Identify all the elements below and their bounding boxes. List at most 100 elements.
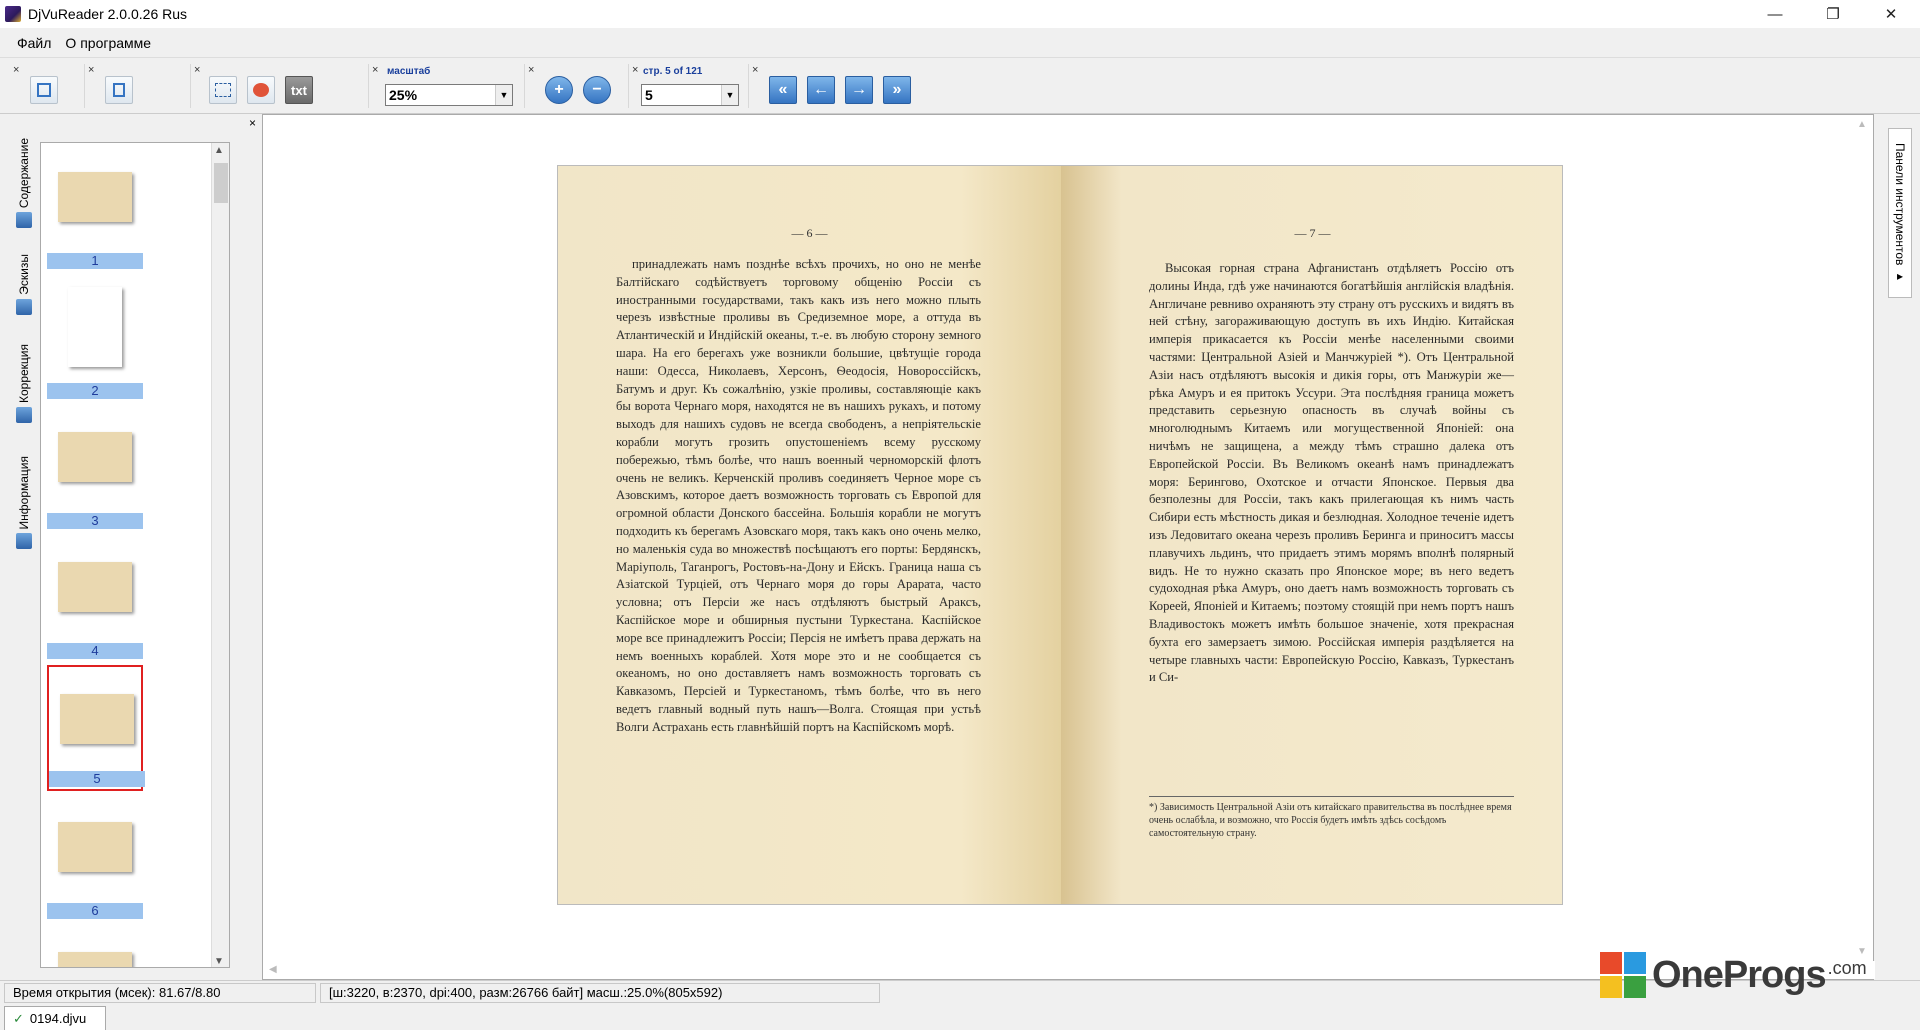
zoom-in-button[interactable]: + bbox=[545, 76, 573, 104]
thumbnail-image bbox=[51, 929, 139, 967]
toolbar-close-icon[interactable]: × bbox=[752, 64, 758, 76]
export-text-button[interactable]: txt bbox=[285, 76, 313, 104]
document-viewer[interactable]: — 6 — принадлежать намъ позднѣе всѣхъ пр… bbox=[262, 114, 1875, 980]
status-page-info: [ш:3220, в:2370, dpi:400, разм:26766 бай… bbox=[320, 982, 880, 1003]
layout-icon bbox=[37, 83, 51, 97]
oneprogs-watermark: OneProgs .com bbox=[1600, 952, 1867, 998]
menu-about[interactable]: О программе bbox=[58, 32, 158, 54]
scroll-up-icon[interactable]: ▲ bbox=[214, 145, 224, 156]
scale-label: масштаб bbox=[387, 66, 431, 77]
thumbnail-page-5[interactable]: 5 bbox=[47, 665, 145, 791]
arrow-left-icon: ← bbox=[813, 81, 829, 98]
first-page-icon: « bbox=[778, 81, 788, 98]
close-button[interactable]: ✕ bbox=[1862, 0, 1920, 28]
toolbar-close-icon[interactable]: × bbox=[528, 64, 534, 76]
check-icon: ✓ bbox=[13, 1010, 24, 1026]
document-tab-label: 0194.djvu bbox=[29, 1011, 87, 1026]
toolbar-close-icon[interactable]: × bbox=[632, 64, 638, 76]
left-page-number: — 6 — bbox=[791, 226, 828, 240]
thumbnail-page-1[interactable]: 1 bbox=[47, 145, 143, 271]
right-page-text: Высокая горная страна Афганистанъ отдѣля… bbox=[1149, 261, 1514, 685]
side-panel-tabs: Содержание Эскизы Коррекция Информация bbox=[12, 138, 36, 698]
zoom-in-icon: + bbox=[554, 81, 564, 98]
toolbar-group-page: × bbox=[84, 64, 148, 108]
tab-contents-label: Содержание bbox=[17, 138, 31, 209]
minimize-button[interactable]: — bbox=[1746, 0, 1804, 28]
toolbar-group-zoom: × + − bbox=[524, 64, 624, 108]
restore-button[interactable]: ❐ bbox=[1804, 0, 1862, 28]
tab-info-label: Информация bbox=[17, 456, 31, 530]
toolbar-group-navigation: × « ← → » bbox=[748, 64, 920, 108]
thumbnail-image bbox=[51, 149, 139, 245]
app-icon bbox=[5, 6, 21, 22]
left-page-text: принадлежать намъ позднѣе всѣхъ прочихъ,… bbox=[616, 257, 981, 734]
scroll-up-icon[interactable]: ▲ bbox=[1857, 119, 1867, 130]
toolbar-group-page-select: × стр. 5 of 121 5 ▼ bbox=[628, 64, 744, 108]
toolbar: × × × txt × масштаб 25% ▼ × + − × стр. 5… bbox=[0, 58, 1920, 114]
toolbar-close-icon[interactable]: × bbox=[372, 64, 378, 76]
thumbnail-number: 1 bbox=[47, 253, 143, 269]
thumbnail-page-3[interactable]: 3 bbox=[47, 405, 143, 531]
tool-panels-strip: Панели инструментов ▸ bbox=[1880, 114, 1920, 980]
thumbnail-image bbox=[53, 671, 141, 767]
menu-file[interactable]: Файл bbox=[10, 32, 58, 54]
contents-icon bbox=[16, 212, 32, 229]
toolbar-close-icon[interactable]: × bbox=[194, 64, 200, 76]
thumbnail-scrollbar[interactable]: ▲ ▼ bbox=[211, 143, 229, 967]
info-icon bbox=[16, 533, 32, 550]
toolbar-close-icon[interactable]: × bbox=[13, 64, 19, 76]
scale-value: 25% bbox=[389, 87, 418, 103]
thumbnail-page-2[interactable]: 2 bbox=[47, 275, 143, 401]
next-page-button[interactable]: → bbox=[845, 76, 873, 104]
scale-select[interactable]: 25% ▼ bbox=[385, 84, 513, 106]
tab-correction-label: Коррекция bbox=[17, 344, 31, 404]
select-area-button[interactable] bbox=[209, 76, 237, 104]
thumbnail-page-4[interactable]: 4 bbox=[47, 535, 143, 661]
toolbar-group-tools: × txt bbox=[190, 64, 326, 108]
thumbnail-page-7[interactable] bbox=[47, 925, 143, 967]
chevron-down-icon: ▼ bbox=[495, 85, 512, 105]
toolbar-close-icon[interactable]: × bbox=[88, 64, 94, 76]
tab-info[interactable]: Информация bbox=[12, 456, 36, 550]
scroll-down-icon[interactable]: ▼ bbox=[214, 956, 224, 967]
menu-bar: Файл О программе bbox=[0, 28, 1920, 58]
tab-contents[interactable]: Содержание bbox=[12, 138, 36, 229]
last-page-button[interactable]: » bbox=[883, 76, 911, 104]
thumbnails-icon bbox=[16, 298, 32, 315]
scroll-thumb[interactable] bbox=[214, 163, 228, 203]
select-area-icon bbox=[215, 83, 231, 97]
prev-page-button[interactable]: ← bbox=[807, 76, 835, 104]
page-spread: — 6 — принадлежать намъ позднѣе всѣхъ пр… bbox=[557, 165, 1563, 905]
tab-thumbnails[interactable]: Эскизы bbox=[12, 254, 36, 315]
thumbnail-list[interactable]: 1 2 3 4 5 6 ▲ ▼ bbox=[40, 142, 230, 968]
oneprogs-logo-icon bbox=[1600, 952, 1646, 998]
left-page: — 6 — принадлежать намъ позднѣе всѣхъ пр… bbox=[558, 166, 1061, 904]
scroll-left-icon[interactable]: ◀ bbox=[269, 964, 277, 975]
page-select[interactable]: 5 ▼ bbox=[641, 84, 739, 106]
page-mode-button[interactable] bbox=[105, 76, 133, 104]
thumbnail-image bbox=[51, 279, 139, 375]
thumbnail-page-6[interactable]: 6 bbox=[47, 795, 143, 921]
thumbnail-image bbox=[51, 409, 139, 505]
thumbnail-number: 6 bbox=[47, 903, 143, 919]
page-layout-button[interactable] bbox=[30, 76, 58, 104]
title-bar: DjVuReader 2.0.0.26 Rus — ❐ ✕ bbox=[0, 0, 1920, 28]
tool-panels-tab[interactable]: Панели инструментов ▸ bbox=[1888, 128, 1912, 298]
last-page-icon: » bbox=[892, 81, 902, 98]
thumbnail-number: 4 bbox=[47, 643, 143, 659]
viewer-vertical-scrollbar[interactable]: ▲ ▼ bbox=[1855, 115, 1873, 961]
wrench-icon bbox=[16, 407, 32, 424]
tab-thumbnails-label: Эскизы bbox=[17, 254, 31, 295]
status-open-time: Время открытия (мсек): 81.67/8.80 bbox=[4, 982, 316, 1003]
first-page-button[interactable]: « bbox=[769, 76, 797, 104]
right-page-number: — 7 — bbox=[1294, 226, 1331, 240]
side-panel-close-icon[interactable]: × bbox=[249, 116, 256, 130]
zoom-out-button[interactable]: − bbox=[583, 76, 611, 104]
footnote: *) Зависимость Центральной Азіи отъ кита… bbox=[1149, 796, 1514, 840]
oneprogs-logo-suffix: .com bbox=[1827, 957, 1867, 978]
document-tabs: ✓ 0194.djvu bbox=[0, 1004, 1920, 1030]
document-tab[interactable]: ✓ 0194.djvu bbox=[4, 1006, 106, 1030]
tab-correction[interactable]: Коррекция bbox=[12, 344, 36, 424]
export-image-button[interactable] bbox=[247, 76, 275, 104]
chevron-down-icon: ▼ bbox=[721, 85, 738, 105]
